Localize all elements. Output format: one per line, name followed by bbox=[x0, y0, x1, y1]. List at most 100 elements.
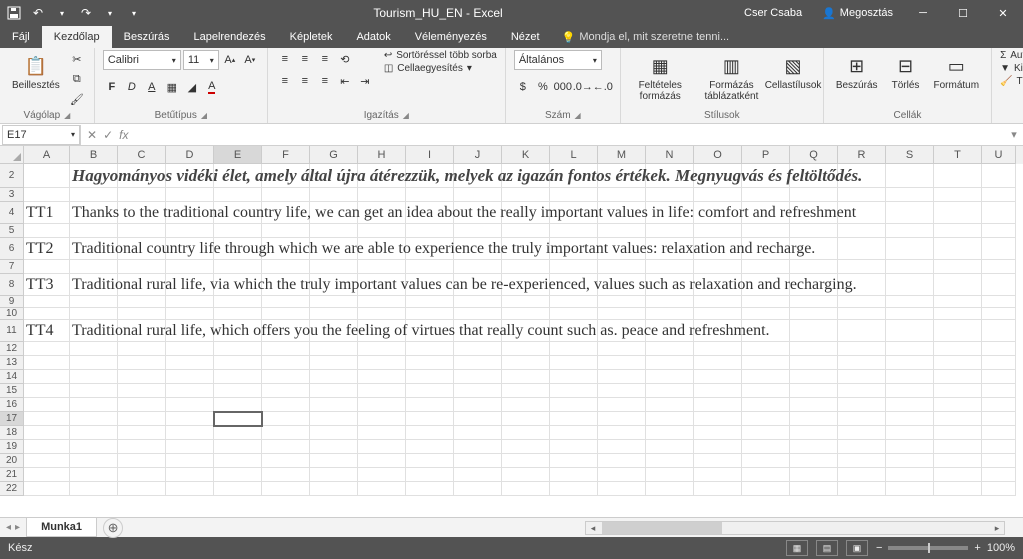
clipboard-dialog-launcher[interactable]: ◢ bbox=[64, 111, 70, 120]
cell[interactable] bbox=[550, 482, 598, 496]
cell[interactable]: Thanks to the traditional country life, … bbox=[70, 202, 118, 224]
cell[interactable] bbox=[598, 342, 646, 356]
cell[interactable] bbox=[118, 342, 166, 356]
cell[interactable] bbox=[502, 342, 550, 356]
col-header-M[interactable]: M bbox=[598, 146, 646, 164]
currency-button[interactable]: $ bbox=[514, 78, 532, 96]
cell[interactable] bbox=[598, 426, 646, 440]
cell[interactable] bbox=[982, 440, 1016, 454]
cell[interactable] bbox=[934, 440, 982, 454]
zoom-in-button[interactable]: + bbox=[974, 542, 980, 554]
cell[interactable] bbox=[886, 384, 934, 398]
row-header[interactable]: 20 bbox=[0, 454, 24, 468]
cell[interactable] bbox=[454, 224, 502, 238]
cell[interactable] bbox=[742, 440, 790, 454]
cell[interactable] bbox=[742, 308, 790, 320]
cell[interactable] bbox=[358, 356, 406, 370]
cell[interactable] bbox=[550, 296, 598, 308]
cell[interactable] bbox=[166, 296, 214, 308]
cell[interactable] bbox=[262, 468, 310, 482]
cell[interactable] bbox=[598, 398, 646, 412]
cell[interactable] bbox=[646, 308, 694, 320]
cell[interactable] bbox=[502, 468, 550, 482]
cell[interactable] bbox=[310, 188, 358, 202]
cell[interactable] bbox=[982, 238, 1016, 260]
cell[interactable] bbox=[166, 356, 214, 370]
font-color-button[interactable]: A bbox=[203, 78, 221, 96]
redo-icon[interactable]: ↷ bbox=[78, 5, 94, 21]
cell[interactable] bbox=[790, 308, 838, 320]
cell[interactable] bbox=[646, 468, 694, 482]
cell[interactable] bbox=[310, 454, 358, 468]
cell[interactable] bbox=[454, 260, 502, 274]
cell[interactable] bbox=[358, 188, 406, 202]
cell[interactable] bbox=[886, 238, 934, 260]
cell[interactable] bbox=[24, 398, 70, 412]
cell[interactable] bbox=[598, 454, 646, 468]
cell[interactable] bbox=[838, 412, 886, 426]
cell[interactable] bbox=[646, 296, 694, 308]
enter-icon[interactable]: ✓ bbox=[103, 128, 113, 142]
cell[interactable] bbox=[838, 238, 886, 260]
col-header-S[interactable]: S bbox=[886, 146, 934, 164]
cell[interactable] bbox=[886, 296, 934, 308]
align-bottom-button[interactable]: ≡ bbox=[316, 50, 334, 68]
cell[interactable] bbox=[934, 296, 982, 308]
cell[interactable] bbox=[742, 468, 790, 482]
format-as-table-button[interactable]: ▥Formázás táblázatként bbox=[696, 50, 768, 104]
cell[interactable] bbox=[886, 468, 934, 482]
alignment-dialog-launcher[interactable]: ◢ bbox=[403, 111, 409, 120]
row-header[interactable]: 13 bbox=[0, 356, 24, 370]
cell[interactable] bbox=[166, 384, 214, 398]
cell[interactable] bbox=[262, 342, 310, 356]
cell[interactable] bbox=[742, 370, 790, 384]
cell[interactable] bbox=[454, 356, 502, 370]
cell[interactable] bbox=[214, 356, 262, 370]
cell[interactable] bbox=[214, 260, 262, 274]
col-header-L[interactable]: L bbox=[550, 146, 598, 164]
cell[interactable] bbox=[838, 454, 886, 468]
row-header[interactable]: 11 bbox=[0, 320, 24, 342]
cell[interactable] bbox=[358, 440, 406, 454]
format-cells-button[interactable]: ▭Formátum bbox=[930, 50, 984, 93]
cell[interactable] bbox=[358, 224, 406, 238]
cell[interactable] bbox=[790, 320, 838, 342]
user-name[interactable]: Cser Csaba bbox=[734, 7, 812, 19]
font-dialog-launcher[interactable]: ◢ bbox=[201, 111, 207, 120]
row-header[interactable]: 16 bbox=[0, 398, 24, 412]
qat-dropdown-2[interactable]: ▾ bbox=[102, 5, 118, 21]
cell[interactable] bbox=[166, 468, 214, 482]
cell[interactable] bbox=[262, 398, 310, 412]
cell[interactable] bbox=[934, 370, 982, 384]
col-header-G[interactable]: G bbox=[310, 146, 358, 164]
cell[interactable] bbox=[934, 202, 982, 224]
cell[interactable] bbox=[214, 224, 262, 238]
cell[interactable] bbox=[214, 468, 262, 482]
cell[interactable] bbox=[790, 224, 838, 238]
cell[interactable] bbox=[982, 296, 1016, 308]
cut-button[interactable]: ✂ bbox=[68, 50, 86, 68]
align-left-button[interactable]: ≡ bbox=[276, 72, 294, 90]
tab-formulas[interactable]: Képletek bbox=[278, 26, 345, 48]
cell[interactable] bbox=[694, 398, 742, 412]
cell[interactable] bbox=[886, 260, 934, 274]
cell[interactable] bbox=[214, 426, 262, 440]
cell[interactable] bbox=[310, 384, 358, 398]
cell[interactable] bbox=[550, 412, 598, 426]
cell[interactable] bbox=[838, 398, 886, 412]
delete-cells-button[interactable]: ⊟Törlés bbox=[886, 50, 926, 93]
cell[interactable] bbox=[118, 482, 166, 496]
cell[interactable] bbox=[838, 260, 886, 274]
cell[interactable] bbox=[646, 370, 694, 384]
cell[interactable] bbox=[118, 440, 166, 454]
autosum-button[interactable]: ΣAutoSzum ▾ bbox=[1000, 50, 1023, 61]
cell[interactable] bbox=[550, 398, 598, 412]
cell[interactable] bbox=[790, 398, 838, 412]
underline-button[interactable]: A bbox=[143, 78, 161, 96]
cell[interactable] bbox=[886, 356, 934, 370]
cell[interactable] bbox=[454, 482, 502, 496]
percent-button[interactable]: % bbox=[534, 78, 552, 96]
cancel-icon[interactable]: ✕ bbox=[87, 128, 97, 142]
cell[interactable] bbox=[790, 468, 838, 482]
cell[interactable] bbox=[598, 468, 646, 482]
